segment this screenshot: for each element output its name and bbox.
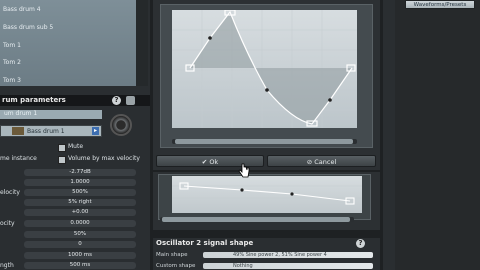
main-shape-label: Main shape — [156, 252, 188, 258]
envelope-scrollbar[interactable] — [172, 139, 357, 144]
param-field[interactable]: 50% — [24, 231, 136, 238]
check-icon: ✔ — [201, 158, 208, 166]
right-panel-inner — [395, 0, 480, 270]
list-item[interactable]: Bass drum sub 5 — [3, 24, 53, 31]
param-field[interactable]: 1000 ms — [24, 252, 136, 259]
chevron-right-icon[interactable]: ▸ — [92, 127, 99, 135]
sample-field[interactable]: um drum 1 — [0, 110, 102, 119]
param-field[interactable]: 1.0000 — [24, 179, 136, 186]
envelope-curve[interactable] — [172, 9, 357, 128]
custom-shape-label: Custom shape — [156, 263, 196, 269]
help-icon[interactable]: ? — [112, 96, 121, 105]
drum-params-title: rum parameters — [2, 96, 66, 104]
amplitude-plot[interactable] — [172, 176, 362, 213]
envelope-plot[interactable] — [172, 9, 357, 128]
main-shape-slider[interactable]: 49% Sine power 2, 51% Sine power 4 — [203, 252, 373, 258]
oscillator-title: Oscillator 2 signal shape — [156, 239, 254, 247]
mute-label: Mute — [68, 143, 84, 150]
list-item[interactable]: Tom 1 — [3, 42, 21, 49]
list-item[interactable]: Tom 2 — [3, 59, 21, 66]
right-panel — [383, 0, 480, 270]
ok-label: Ok — [209, 158, 219, 166]
oscillator-panel: Oscillator 2 signal shape ? Main shape 4… — [153, 238, 380, 270]
param-field[interactable]: -2.77dB — [24, 169, 136, 176]
hand-cursor-icon — [238, 163, 250, 178]
volume-knob[interactable] — [110, 114, 132, 136]
velocity-checkbox[interactable] — [58, 156, 66, 164]
amplitude-curve[interactable] — [172, 176, 362, 213]
custom-shape-field[interactable]: Nothing — [203, 263, 373, 269]
scrollbar-thumb[interactable] — [175, 139, 353, 144]
row-label: ngth — [0, 262, 14, 269]
cancel-label: Cancel — [314, 158, 337, 166]
cancel-icon: ⊘ — [306, 158, 313, 166]
menu-icon[interactable] — [126, 96, 135, 105]
param-field[interactable]: 500 ms — [24, 262, 136, 269]
param-field[interactable]: 0.0000 — [24, 220, 136, 227]
list-item[interactable]: Bass drum 4 — [3, 6, 41, 13]
drum-list[interactable]: Bass drum 4 Bass drum sub 5 Tom 1 Tom 2 … — [0, 0, 137, 86]
row-label: me instance — [0, 155, 37, 162]
list-item[interactable]: Tom 3 — [3, 77, 21, 84]
waveforms-presets-button[interactable]: Waveforms/Presets — [405, 0, 475, 9]
help-icon[interactable]: ? — [356, 239, 365, 248]
cancel-button[interactable]: ⊘ Cancel — [267, 155, 376, 167]
param-field[interactable]: 500% — [24, 189, 136, 196]
param-field[interactable]: 5% right — [24, 199, 136, 206]
param-field[interactable]: 0 — [24, 241, 136, 248]
drum-icon — [12, 127, 24, 135]
velocity-check-label: Volume by max velocity — [68, 155, 140, 162]
mute-checkbox[interactable] — [58, 144, 66, 152]
row-label: elocity — [0, 189, 20, 196]
amplitude-scrollbar[interactable] — [160, 217, 354, 222]
row-label: ocity — [0, 220, 15, 227]
drum-params-header: rum parameters ? — [0, 95, 150, 106]
drum-name: Bass drum 1 — [27, 128, 65, 135]
list-scrollbar[interactable] — [136, 0, 148, 86]
scrollbar-thumb[interactable] — [162, 217, 350, 222]
drum-selector[interactable]: Bass drum 1 ▸ — [0, 125, 102, 137]
param-field[interactable]: +0.00 — [24, 209, 136, 216]
